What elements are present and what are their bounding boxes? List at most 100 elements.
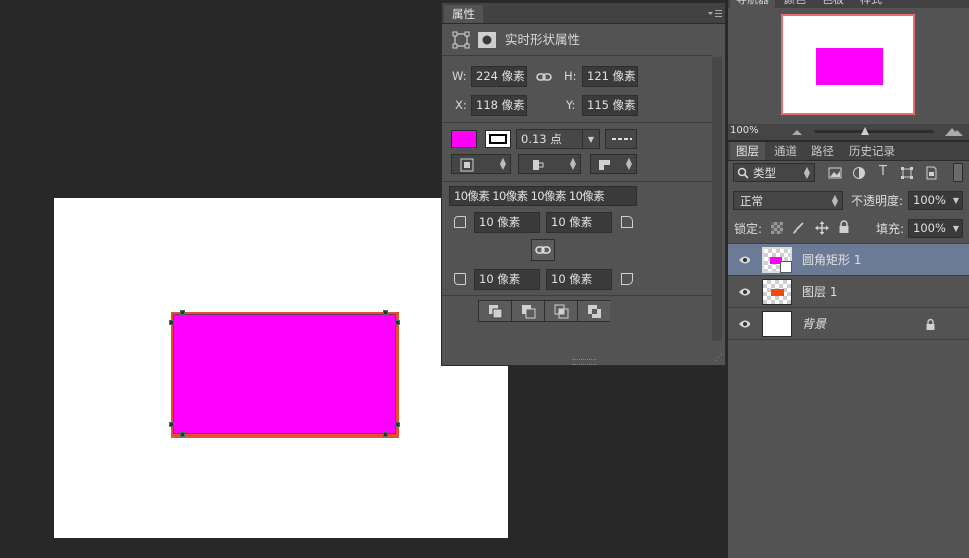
shape-properties-icon: [452, 31, 470, 49]
path-anchor-handle[interactable]: [169, 422, 174, 427]
stroke-align-dropdown[interactable]: ▲ ▼: [451, 154, 511, 174]
tab-layers[interactable]: 图层: [730, 142, 765, 160]
tab-history[interactable]: 历史记录: [843, 142, 901, 160]
path-operations-group: [478, 300, 610, 322]
panel-menu-icon[interactable]: [708, 8, 722, 18]
path-anchor-handle[interactable]: [395, 422, 400, 427]
layers-panel: 图层 通道 路径 历史记录 类型 ▲ ▼ T 正常 ▲ ▼ 不透明度: 100% ▼…: [728, 142, 969, 558]
stroke-corners-dropdown[interactable]: ▲ ▼: [590, 154, 637, 174]
layer-name[interactable]: 圆角矩形 1: [802, 244, 861, 276]
tab-color[interactable]: 颜色: [778, 0, 812, 8]
properties-tabbar: 属性: [442, 3, 725, 24]
layer-row-background[interactable]: 背景: [728, 308, 969, 340]
fill-color-swatch[interactable]: [451, 130, 477, 148]
layer-name[interactable]: 背景: [802, 308, 826, 340]
lock-position-icon[interactable]: [815, 221, 829, 235]
lock-all-icon[interactable]: [838, 220, 850, 234]
layer-thumbnail: [762, 311, 792, 337]
tab-swatches[interactable]: 色板: [816, 0, 850, 8]
chevron-down-icon[interactable]: ▼: [953, 220, 959, 237]
x-label: X:: [455, 98, 467, 112]
path-anchor-handle[interactable]: [169, 320, 174, 325]
combine-shapes-icon[interactable]: [479, 301, 512, 321]
corner-bottom-left-field[interactable]: 10 像素: [474, 269, 540, 290]
filter-kind-value: 类型: [753, 166, 776, 180]
path-anchor-handle[interactable]: [383, 310, 388, 315]
scrollbar[interactable]: [712, 57, 722, 341]
stroke-color-swatch[interactable]: [485, 130, 511, 148]
layer-lock-icon: [926, 318, 935, 330]
zoom-bar: 100%: [728, 124, 969, 140]
zoom-slider[interactable]: [814, 130, 934, 133]
y-label: Y:: [566, 98, 576, 112]
image-filter-icon[interactable]: [828, 166, 842, 180]
lock-transparency-icon[interactable]: [771, 222, 783, 234]
layer-row-layer1[interactable]: 图层 1: [728, 276, 969, 308]
stroke-width-field[interactable]: 0.13 点 ▼: [516, 129, 600, 149]
tab-properties[interactable]: 属性: [444, 5, 483, 23]
path-anchor-handle[interactable]: [180, 432, 185, 437]
path-anchor-handle[interactable]: [383, 432, 388, 437]
chevron-down-icon[interactable]: ▼: [582, 130, 599, 148]
blend-mode-dropdown[interactable]: 正常 ▲ ▼: [733, 191, 843, 210]
width-field[interactable]: 224 像素: [471, 66, 527, 87]
zoom-out-icon[interactable]: [790, 127, 804, 137]
visibility-eye-icon[interactable]: [738, 286, 750, 298]
divider: [442, 295, 712, 296]
all-corners-field[interactable]: 10像素 10像素 10像素 10像素: [449, 186, 637, 206]
filter-toggle-switch[interactable]: [953, 163, 963, 182]
corner-top-left-field[interactable]: 10 像素: [474, 212, 540, 233]
visibility-eye-icon[interactable]: [738, 318, 750, 330]
fill-value: 100%: [913, 221, 946, 235]
stroke-caps-dropdown[interactable]: ▲ ▼: [518, 154, 581, 174]
x-position-field[interactable]: 118 像素: [471, 95, 527, 116]
corner-top-right-icon: [621, 216, 633, 228]
panel-heading: 实时形状属性: [505, 32, 581, 47]
tab-styles[interactable]: 样式: [854, 0, 888, 8]
link-corners-button[interactable]: [531, 239, 555, 261]
subtract-front-shape-icon[interactable]: [512, 301, 545, 321]
layer-thumbnail: [762, 247, 792, 273]
navigator-preview[interactable]: [781, 14, 915, 115]
height-field[interactable]: 121 像素: [582, 66, 638, 87]
stroke-width-value: 0.13 点: [521, 132, 562, 146]
zoom-level[interactable]: 100%: [730, 125, 759, 136]
intersect-shapes-icon[interactable]: [545, 301, 578, 321]
y-position-field[interactable]: 115 像素: [582, 95, 638, 116]
visibility-eye-icon[interactable]: [738, 254, 750, 266]
fill-field[interactable]: 100% ▼: [908, 219, 963, 238]
exclude-overlap-icon[interactable]: [578, 301, 610, 321]
smart-object-filter-icon[interactable]: [924, 166, 938, 180]
zoom-in-icon[interactable]: [944, 125, 964, 137]
adjustment-filter-icon[interactable]: [852, 166, 866, 180]
chevron-down-icon[interactable]: ▼: [953, 192, 959, 209]
opacity-field[interactable]: 100% ▼: [908, 191, 963, 210]
divider: [442, 181, 712, 182]
path-anchor-handle[interactable]: [180, 310, 185, 315]
lock-pixels-icon[interactable]: [791, 221, 805, 235]
link-dimensions-icon[interactable]: [536, 70, 552, 84]
corner-bottom-left-icon: [454, 273, 466, 285]
layer-name[interactable]: 图层 1: [802, 276, 837, 308]
tab-navigator[interactable]: 导航器: [730, 0, 775, 8]
shape-filter-icon[interactable]: [900, 166, 914, 180]
mask-properties-icon[interactable]: [478, 32, 496, 48]
path-anchor-handle[interactable]: [395, 320, 400, 325]
text-filter-icon[interactable]: T: [876, 165, 890, 179]
corner-top-right-field[interactable]: 10 像素: [546, 212, 612, 233]
stroke-type-dropdown[interactable]: [605, 129, 637, 149]
corner-top-left-icon: [454, 216, 466, 228]
layer-row-rounded-rect[interactable]: 圆角矩形 1: [728, 244, 969, 276]
tab-channels[interactable]: 通道: [768, 142, 803, 160]
corner-bottom-right-field[interactable]: 10 像素: [546, 269, 612, 290]
zoom-slider-handle[interactable]: [860, 126, 870, 136]
preview-shape: [816, 48, 883, 85]
panel-resize-grip[interactable]: [572, 359, 596, 365]
resize-corner-icon[interactable]: ⋰: [714, 353, 724, 363]
layers-tabbar: 图层 通道 路径 历史记录: [728, 142, 969, 161]
rounded-rectangle-shape[interactable]: [173, 314, 396, 434]
fill-label: 填充:: [876, 222, 905, 236]
tab-paths[interactable]: 路径: [805, 142, 840, 160]
filter-kind-dropdown[interactable]: 类型 ▲ ▼: [733, 163, 815, 182]
properties-panel: 属性 实时形状属性 W: 224 像素 H: 121 像素 X: 118 像素 …: [441, 2, 726, 366]
